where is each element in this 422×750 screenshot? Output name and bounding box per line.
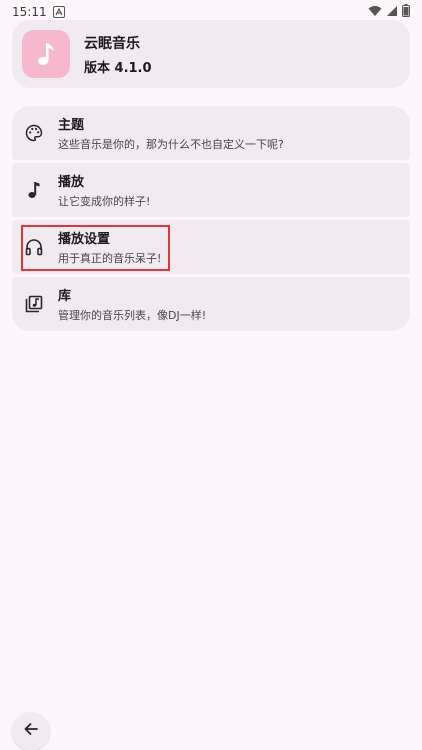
status-time: 15:11 xyxy=(12,5,47,19)
setting-title: 播放设置 xyxy=(58,232,111,247)
status-left: 15:11 xyxy=(12,5,65,19)
setting-theme[interactable]: 主题 这些音乐是你的，那为什么不也自定义一下呢? xyxy=(12,106,410,160)
headphones-icon xyxy=(24,237,44,257)
app-info-card: 云眠音乐 版本 4.1.0 xyxy=(12,20,410,88)
back-button[interactable] xyxy=(12,712,50,750)
setting-playback-settings-texts: 播放设置 用于真正的音乐呆子! xyxy=(58,228,161,266)
setting-title: 库 xyxy=(58,289,72,304)
setting-playback[interactable]: 播放 让它变成你的样子! xyxy=(12,163,410,217)
library-music-icon xyxy=(24,294,44,314)
settings-list: 主题 这些音乐是你的，那为什么不也自定义一下呢? 播放 让它变成你的样子! 播放… xyxy=(12,106,410,334)
app-texts: 云眠音乐 版本 4.1.0 xyxy=(84,33,152,76)
setting-playback-settings[interactable]: 播放设置 用于真正的音乐呆子! xyxy=(12,220,410,274)
setting-title: 播放 xyxy=(58,175,85,190)
setting-desc: 这些音乐是你的，那为什么不也自定义一下呢? xyxy=(58,138,284,151)
arrow-left-icon xyxy=(23,721,39,741)
battery-icon xyxy=(402,4,410,20)
setting-title: 主题 xyxy=(58,118,85,133)
setting-playback-texts: 播放 让它变成你的样子! xyxy=(58,171,150,209)
palette-icon xyxy=(24,123,44,143)
setting-library[interactable]: 库 管理你的音乐列表，像DJ一样! xyxy=(12,277,410,331)
app-version: 版本 4.1.0 xyxy=(84,60,152,76)
notification-a-icon xyxy=(52,6,65,18)
wifi-icon xyxy=(368,5,382,20)
setting-desc: 管理你的音乐列表，像DJ一样! xyxy=(58,309,207,322)
signal-icon xyxy=(386,5,398,20)
setting-desc: 让它变成你的样子! xyxy=(58,195,151,208)
status-right xyxy=(368,4,410,20)
setting-theme-texts: 主题 这些音乐是你的，那为什么不也自定义一下呢? xyxy=(58,114,284,152)
setting-library-texts: 库 管理你的音乐列表，像DJ一样! xyxy=(58,285,206,323)
app-name: 云眠音乐 xyxy=(84,35,140,52)
music-note-icon xyxy=(24,180,44,200)
app-logo-icon xyxy=(22,30,70,78)
setting-desc: 用于真正的音乐呆子! xyxy=(58,252,162,265)
